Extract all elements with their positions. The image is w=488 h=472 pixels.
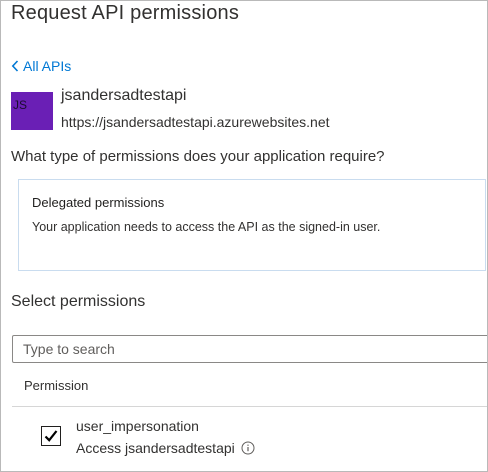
permission-description: Access jsandersadtestapi	[76, 440, 235, 456]
all-apis-label: All APIs	[23, 58, 72, 74]
chevron-left-icon	[11, 60, 19, 72]
delegated-permissions-title: Delegated permissions	[32, 195, 165, 210]
api-url: https://jsandersadtestapi.azurewebsites.…	[61, 114, 330, 130]
request-api-permissions-panel: Request API permissions All APIs JS jsan…	[0, 0, 488, 472]
permission-name: user_impersonation	[76, 418, 199, 434]
permission-column-header: Permission	[24, 378, 89, 393]
api-avatar: JS	[11, 92, 53, 130]
delegated-permissions-description: Your application needs to access the API…	[32, 220, 381, 234]
user-impersonation-checkbox[interactable]	[41, 426, 61, 446]
all-apis-link[interactable]: All APIs	[11, 58, 71, 74]
delegated-permissions-card[interactable]: Delegated permissions Your application n…	[18, 179, 486, 271]
permission-search-input[interactable]	[12, 335, 487, 363]
info-icon[interactable]	[241, 441, 255, 455]
permission-row: user_impersonation Access jsandersadtest…	[12, 409, 487, 465]
api-name: jsandersadtestapi	[61, 87, 187, 104]
select-permissions-heading: Select permissions	[11, 293, 146, 310]
checkmark-icon	[44, 430, 58, 442]
page-title: Request API permissions	[11, 2, 240, 24]
permission-type-question: What type of permissions does your appli…	[11, 148, 385, 165]
permissions-table-header: Permission	[12, 367, 487, 407]
permission-description-line: Access jsandersadtestapi	[76, 440, 255, 456]
